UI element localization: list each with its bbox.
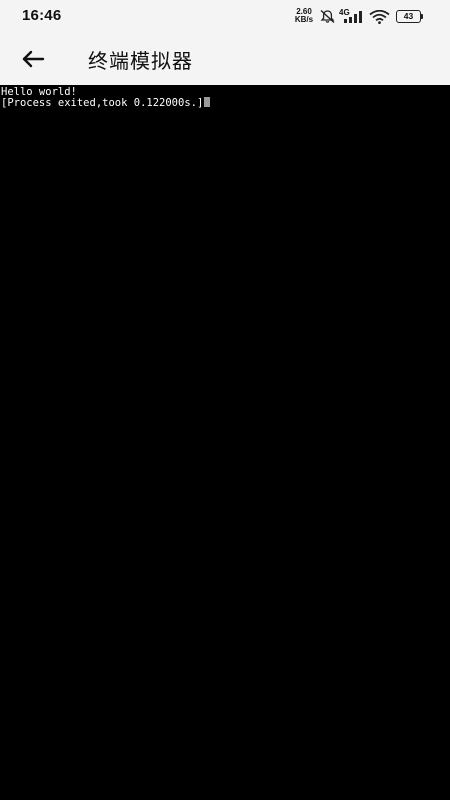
terminal-cursor [204,97,211,107]
arrow-left-icon [22,50,45,68]
back-button[interactable] [18,44,48,74]
status-time: 16:46 [22,7,62,24]
terminal-line: [Process exited,took 0.122000s.] [1,97,211,109]
page-title: 终端模拟器 [88,49,193,73]
network-speed-indicator: 2.60 KB/s [290,8,318,24]
terminal-output[interactable]: Hello world! [Process exited,took 0.1220… [0,85,450,800]
network-speed-unit: KB/s [294,15,314,24]
battery-icon: 43 [396,10,423,23]
terminal-line-text: [Process exited,took 0.122000s.] [1,97,204,109]
mute-icon [320,9,335,24]
wifi-icon [369,10,390,24]
battery-cap [421,14,423,19]
battery-level: 43 [396,10,421,23]
status-bar: 16:46 2.60 KB/s 4G 43 [0,0,450,32]
signal-icon [344,11,362,23]
app-bar: 终端模拟器 [0,32,450,85]
